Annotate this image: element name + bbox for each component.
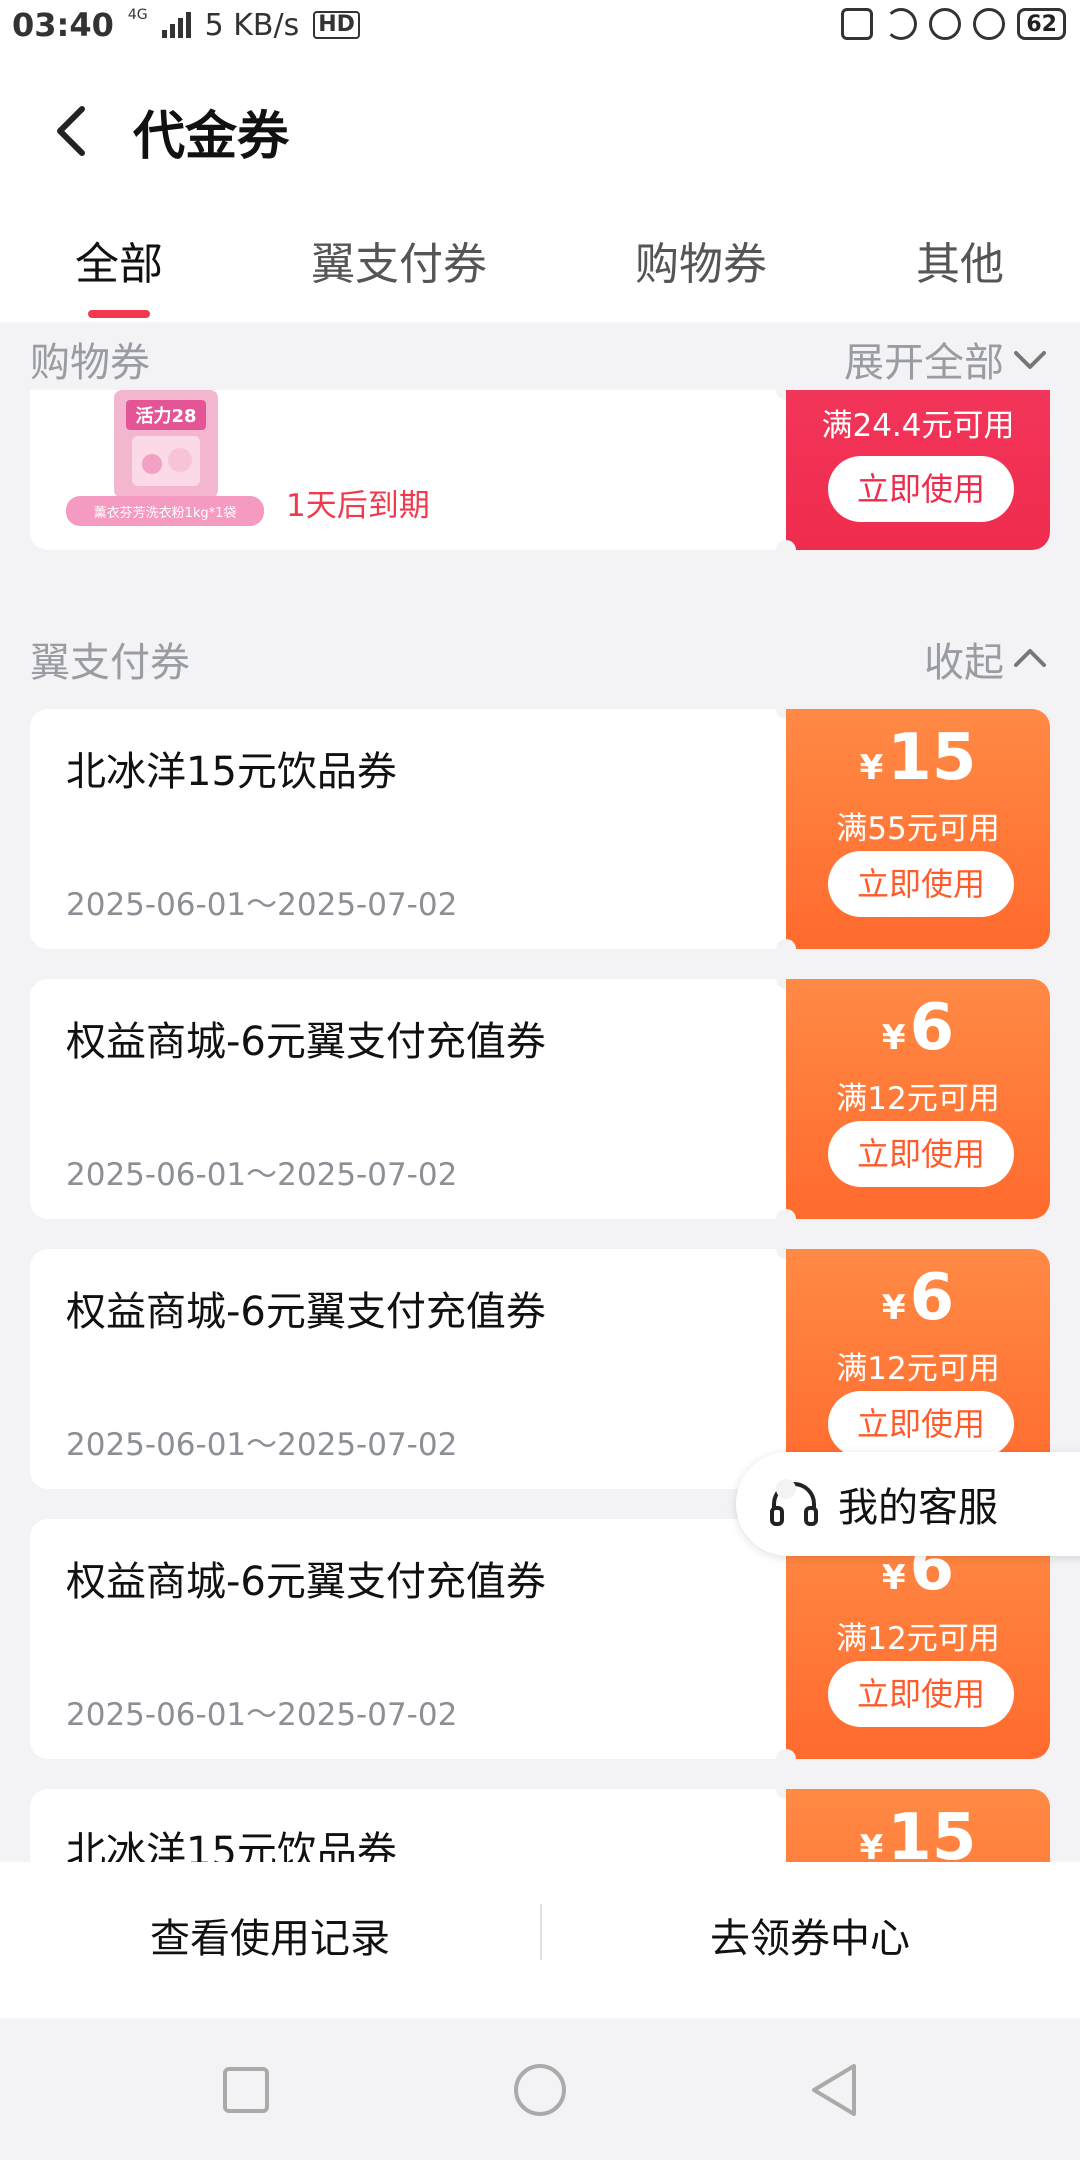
home-icon[interactable] <box>510 2060 570 2120</box>
use-now-button[interactable]: 立即使用 <box>828 851 1014 917</box>
collapse-button[interactable]: 收起 <box>924 630 1050 688</box>
recent-apps-icon[interactable] <box>216 2060 276 2120</box>
use-now-button[interactable]: 立即使用 <box>828 456 1014 522</box>
alarm-icon <box>973 8 1006 40</box>
section-title: 翼支付券 <box>30 640 190 686</box>
shopping-section-header: 购物券 展开全部 <box>0 322 1080 390</box>
coupon-date: 2025-06-01～2025-07-02 <box>66 1697 458 1733</box>
use-now-button[interactable]: 立即使用 <box>828 1121 1014 1187</box>
product-image: 活力28 薰衣芬芳洗衣粉1kg*1袋 <box>66 390 264 526</box>
coupon-condition: 满12元可用 <box>836 1081 1000 1117</box>
bottom-action-bar: 查看使用记录 去领券中心 <box>0 1862 1080 2018</box>
chevron-down-icon <box>1014 351 1046 369</box>
back-arrow-icon[interactable] <box>44 101 104 161</box>
brand-text: 活力28 <box>135 405 196 427</box>
page-title: 代金券 <box>133 107 290 167</box>
tab-pay-coupons[interactable]: 翼支付券 <box>311 228 487 292</box>
shopping-coupon-card: 活力28 薰衣芬芳洗衣粉1kg*1袋 1天后到期 满24.4元可用 立即使用 <box>30 380 1050 560</box>
coupon-center-button[interactable]: 去领券中心 <box>710 1906 910 1964</box>
section-title: 购物券 <box>30 340 150 386</box>
coupon-name: 权益商城-6元翼支付充值券 <box>66 1289 546 1335</box>
use-now-button[interactable]: 立即使用 <box>828 1391 1014 1457</box>
use-now-button[interactable]: 立即使用 <box>828 1661 1014 1727</box>
status-bar: 03:40 4G 5 KB/s HD 62 <box>0 0 1080 56</box>
collapse-label: 收起 <box>924 640 1004 686</box>
pay-coupon-card: 北冰洋15元饮品券 2025-06-01～2025-07-02 ¥15 满55元… <box>30 699 1050 959</box>
coupon-condition: 满12元可用 <box>836 1351 1000 1387</box>
system-nav-bar <box>0 2018 1080 2160</box>
chevron-up-icon <box>1014 649 1046 667</box>
header-bar: 代金券 <box>0 56 1080 206</box>
currency-symbol: ¥ <box>881 1018 906 1058</box>
coupon-info: 北冰洋15元饮品券 2025-06-01～2025-07-02 <box>30 699 796 959</box>
expire-text: 1天后到期 <box>286 488 430 524</box>
currency-symbol: ¥ <box>881 1288 906 1328</box>
coupon-name: 北冰洋15元饮品券 <box>66 749 397 795</box>
usage-record-button[interactable]: 查看使用记录 <box>150 1906 390 1964</box>
product-caption: 薰衣芬芳洗衣粉1kg*1袋 <box>94 505 237 521</box>
active-tab-indicator <box>88 310 150 318</box>
coupon-value-panel: ¥15 满55元可用 立即使用 <box>786 709 1050 949</box>
hd-icon: HD <box>313 11 360 39</box>
coupon-condition: 满55元可用 <box>836 811 1000 847</box>
coupon-value-panel: 满24.4元可用 立即使用 <box>786 390 1050 550</box>
lock-rotation-icon <box>929 8 962 40</box>
coupon-condition: 满24.4元可用 <box>821 408 1015 444</box>
vibrate-icon <box>841 8 874 40</box>
coupon-condition: 满12元可用 <box>836 1621 1000 1657</box>
expand-all-label: 展开全部 <box>844 340 1004 386</box>
coupon-date: 2025-06-01～2025-07-02 <box>66 887 458 923</box>
tab-others[interactable]: 其他 <box>916 228 1004 292</box>
pay-coupon-card: 权益商城-6元翼支付充值券 2025-06-01～2025-07-02 ¥6 满… <box>30 969 1050 1229</box>
currency-symbol: ¥ <box>859 748 884 788</box>
back-nav-icon[interactable] <box>804 2060 864 2120</box>
expand-all-button[interactable]: 展开全部 <box>844 330 1050 388</box>
tab-shopping-coupons[interactable]: 购物券 <box>635 228 767 292</box>
coupon-info: 权益商城-6元翼支付充值券 2025-06-01～2025-07-02 <box>30 969 796 1229</box>
coupon-date: 2025-06-01～2025-07-02 <box>66 1157 458 1193</box>
status-time: 03:40 <box>12 6 114 44</box>
moon-icon <box>885 8 918 40</box>
coupon-amount: 15 <box>887 721 977 795</box>
network-speed: 5 KB/s <box>204 7 300 43</box>
coupon-name: 权益商城-6元翼支付充值券 <box>66 1559 546 1605</box>
coupon-name: 权益商城-6元翼支付充值券 <box>66 1019 546 1065</box>
customer-service-button[interactable]: 我的客服 <box>736 1452 1080 1556</box>
coupon-date: 2025-06-01～2025-07-02 <box>66 1427 458 1463</box>
pay-section-header: 翼支付券 收起 <box>30 622 1050 692</box>
coupon-info: 权益商城-6元翼支付充值券 2025-06-01～2025-07-02 <box>30 1509 796 1769</box>
coupon-info: 活力28 薰衣芬芳洗衣粉1kg*1袋 1天后到期 <box>30 380 796 560</box>
customer-service-label: 我的客服 <box>838 1485 998 1531</box>
coupon-info: 权益商城-6元翼支付充值券 2025-06-01～2025-07-02 <box>30 1239 796 1499</box>
currency-symbol: ¥ <box>881 1558 906 1598</box>
tab-bar: 全部 翼支付券 购物券 其他 <box>0 206 1080 322</box>
battery-icon: 62 <box>1017 8 1066 40</box>
coupon-amount: 6 <box>909 1261 955 1335</box>
divider <box>540 1904 542 1960</box>
coupon-value-panel: ¥6 满12元可用 立即使用 <box>786 979 1050 1219</box>
network-type: 4G <box>127 7 148 23</box>
tab-all[interactable]: 全部 <box>75 228 163 292</box>
coupon-amount: 6 <box>909 991 955 1065</box>
signal-icon <box>161 12 191 38</box>
